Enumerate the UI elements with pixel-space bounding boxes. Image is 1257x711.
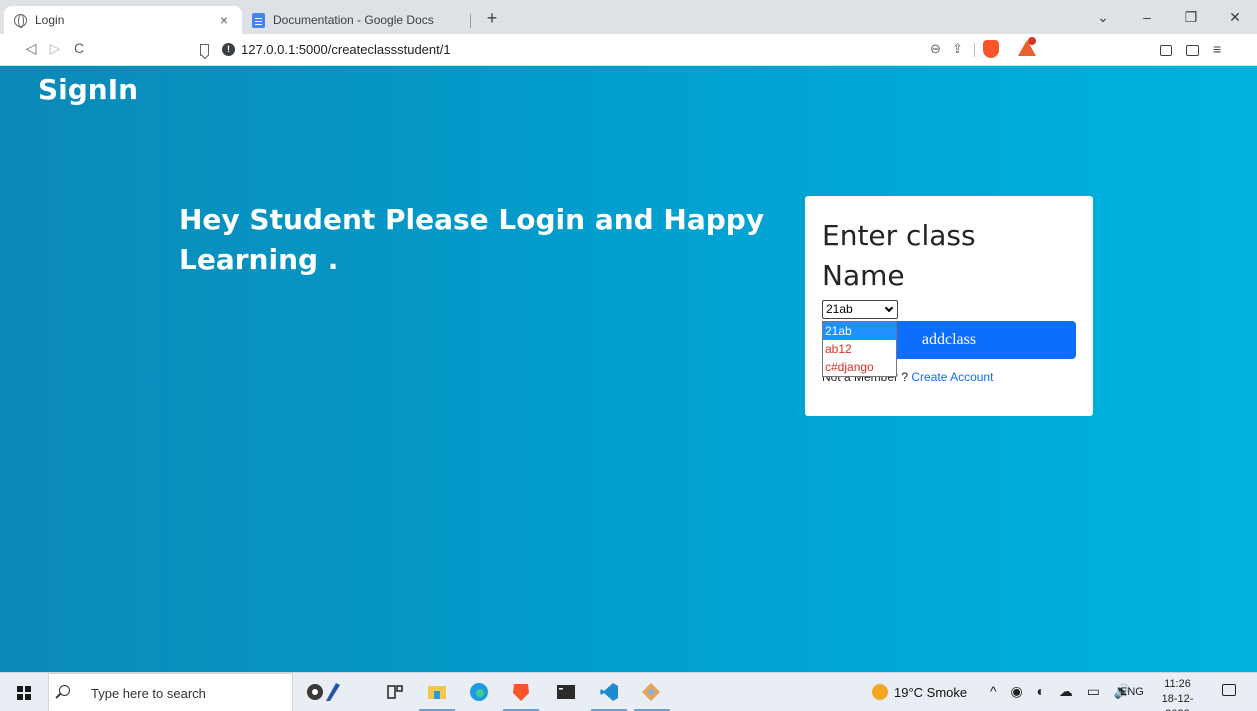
git-icon[interactable] bbox=[640, 681, 664, 703]
docs-icon bbox=[252, 12, 265, 28]
new-tab-button[interactable]: + bbox=[480, 8, 504, 29]
restore-button[interactable]: ❐ bbox=[1169, 9, 1213, 26]
wallet-icon[interactable] bbox=[1186, 45, 1199, 56]
brand-title[interactable]: SignIn bbox=[38, 73, 138, 106]
card-title: Enter class Name bbox=[822, 219, 976, 292]
terminal-icon[interactable] bbox=[555, 681, 579, 703]
chevron-down-icon bbox=[884, 303, 894, 313]
edge-icon[interactable] bbox=[468, 681, 492, 703]
dropdown-option[interactable]: 21ab bbox=[823, 322, 896, 340]
rewards-badge bbox=[1028, 37, 1036, 45]
reload-button[interactable]: C bbox=[69, 40, 89, 56]
tab-documentation[interactable]: Documentation - Google Docs bbox=[242, 6, 470, 34]
bookmark-icon[interactable] bbox=[200, 44, 209, 56]
brave-icon[interactable] bbox=[510, 681, 534, 703]
site-info-icon[interactable]: ! bbox=[222, 43, 235, 56]
weather-text[interactable]: 19°C Smoke bbox=[894, 685, 967, 700]
clock-date: 18-12-2022 bbox=[1161, 693, 1194, 711]
clock-time: 11:26 bbox=[1164, 678, 1191, 690]
class-card: Enter class Name 21ab addclass Not a Mem… bbox=[805, 196, 1093, 416]
dropdown-option[interactable]: ab12 bbox=[823, 340, 896, 358]
notification-icon[interactable] bbox=[1222, 684, 1236, 696]
address-input[interactable]: 127.0.0.1:5000/createclassstudent/1 bbox=[241, 42, 451, 57]
class-select[interactable]: 21ab bbox=[822, 300, 898, 319]
address-divider bbox=[974, 43, 975, 57]
address-bar-row: ◁ ▷ C ! 127.0.0.1:5000/createclassstuden… bbox=[0, 34, 1257, 66]
create-account-link[interactable]: Create Account bbox=[911, 370, 993, 384]
task-view-icon[interactable] bbox=[385, 681, 409, 703]
brave-shields-icon[interactable] bbox=[983, 40, 999, 58]
tab-title: Documentation - Google Docs bbox=[273, 13, 434, 27]
tab-title: Login bbox=[35, 13, 65, 27]
globe-icon bbox=[14, 13, 27, 28]
class-dropdown-list: 21ab ab12 c#django bbox=[822, 321, 897, 377]
close-window-button[interactable]: ✕ bbox=[1213, 9, 1257, 26]
people-app-icon[interactable] bbox=[306, 681, 340, 703]
page-content: SignIn Hey Student Please Login and Happ… bbox=[0, 66, 1257, 672]
dropdown-option[interactable]: c#django bbox=[823, 358, 896, 376]
sidebar-icon[interactable] bbox=[1160, 45, 1172, 56]
hero-heading: Hey Student Please Login and Happy Learn… bbox=[179, 203, 765, 276]
class-select-value: 21ab bbox=[826, 302, 853, 316]
windows-start-icon[interactable] bbox=[17, 686, 31, 700]
vscode-icon[interactable] bbox=[598, 681, 622, 703]
taskbar-search[interactable]: Type here to search bbox=[48, 673, 293, 711]
weather-icon[interactable] bbox=[872, 684, 888, 700]
zoom-icon[interactable]: ⊖ bbox=[930, 41, 941, 57]
tab-login[interactable]: Login × bbox=[4, 6, 242, 34]
tab-close-icon[interactable]: × bbox=[216, 12, 232, 28]
menu-icon[interactable]: ≡ bbox=[1213, 41, 1221, 57]
search-placeholder: Type here to search bbox=[91, 686, 206, 701]
language-indicator[interactable]: ENG bbox=[1120, 686, 1144, 698]
window-controls: ⌄ – ❐ ✕ bbox=[1081, 0, 1257, 34]
taskbar: Type here to search 19°C Smoke ^ ◉ ◐ ☁ ▭… bbox=[0, 672, 1257, 711]
system-tray-icons[interactable]: ^ ◉ ◐ ☁ ▭ 🔊 bbox=[990, 683, 1136, 700]
search-icon bbox=[59, 685, 70, 696]
minimize-button[interactable]: – bbox=[1125, 9, 1169, 25]
back-button[interactable]: ◁ bbox=[21, 40, 41, 57]
file-explorer-icon[interactable] bbox=[426, 681, 450, 703]
share-icon[interactable]: ⇪ bbox=[952, 41, 963, 57]
clock[interactable]: 11:26 18-12-2022 bbox=[1150, 677, 1205, 711]
forward-button[interactable]: ▷ bbox=[45, 40, 65, 57]
browser-tab-strip: Login × Documentation - Google Docs + ⌄ … bbox=[0, 0, 1257, 34]
tab-divider bbox=[470, 14, 471, 28]
tab-search-button[interactable]: ⌄ bbox=[1081, 9, 1125, 26]
